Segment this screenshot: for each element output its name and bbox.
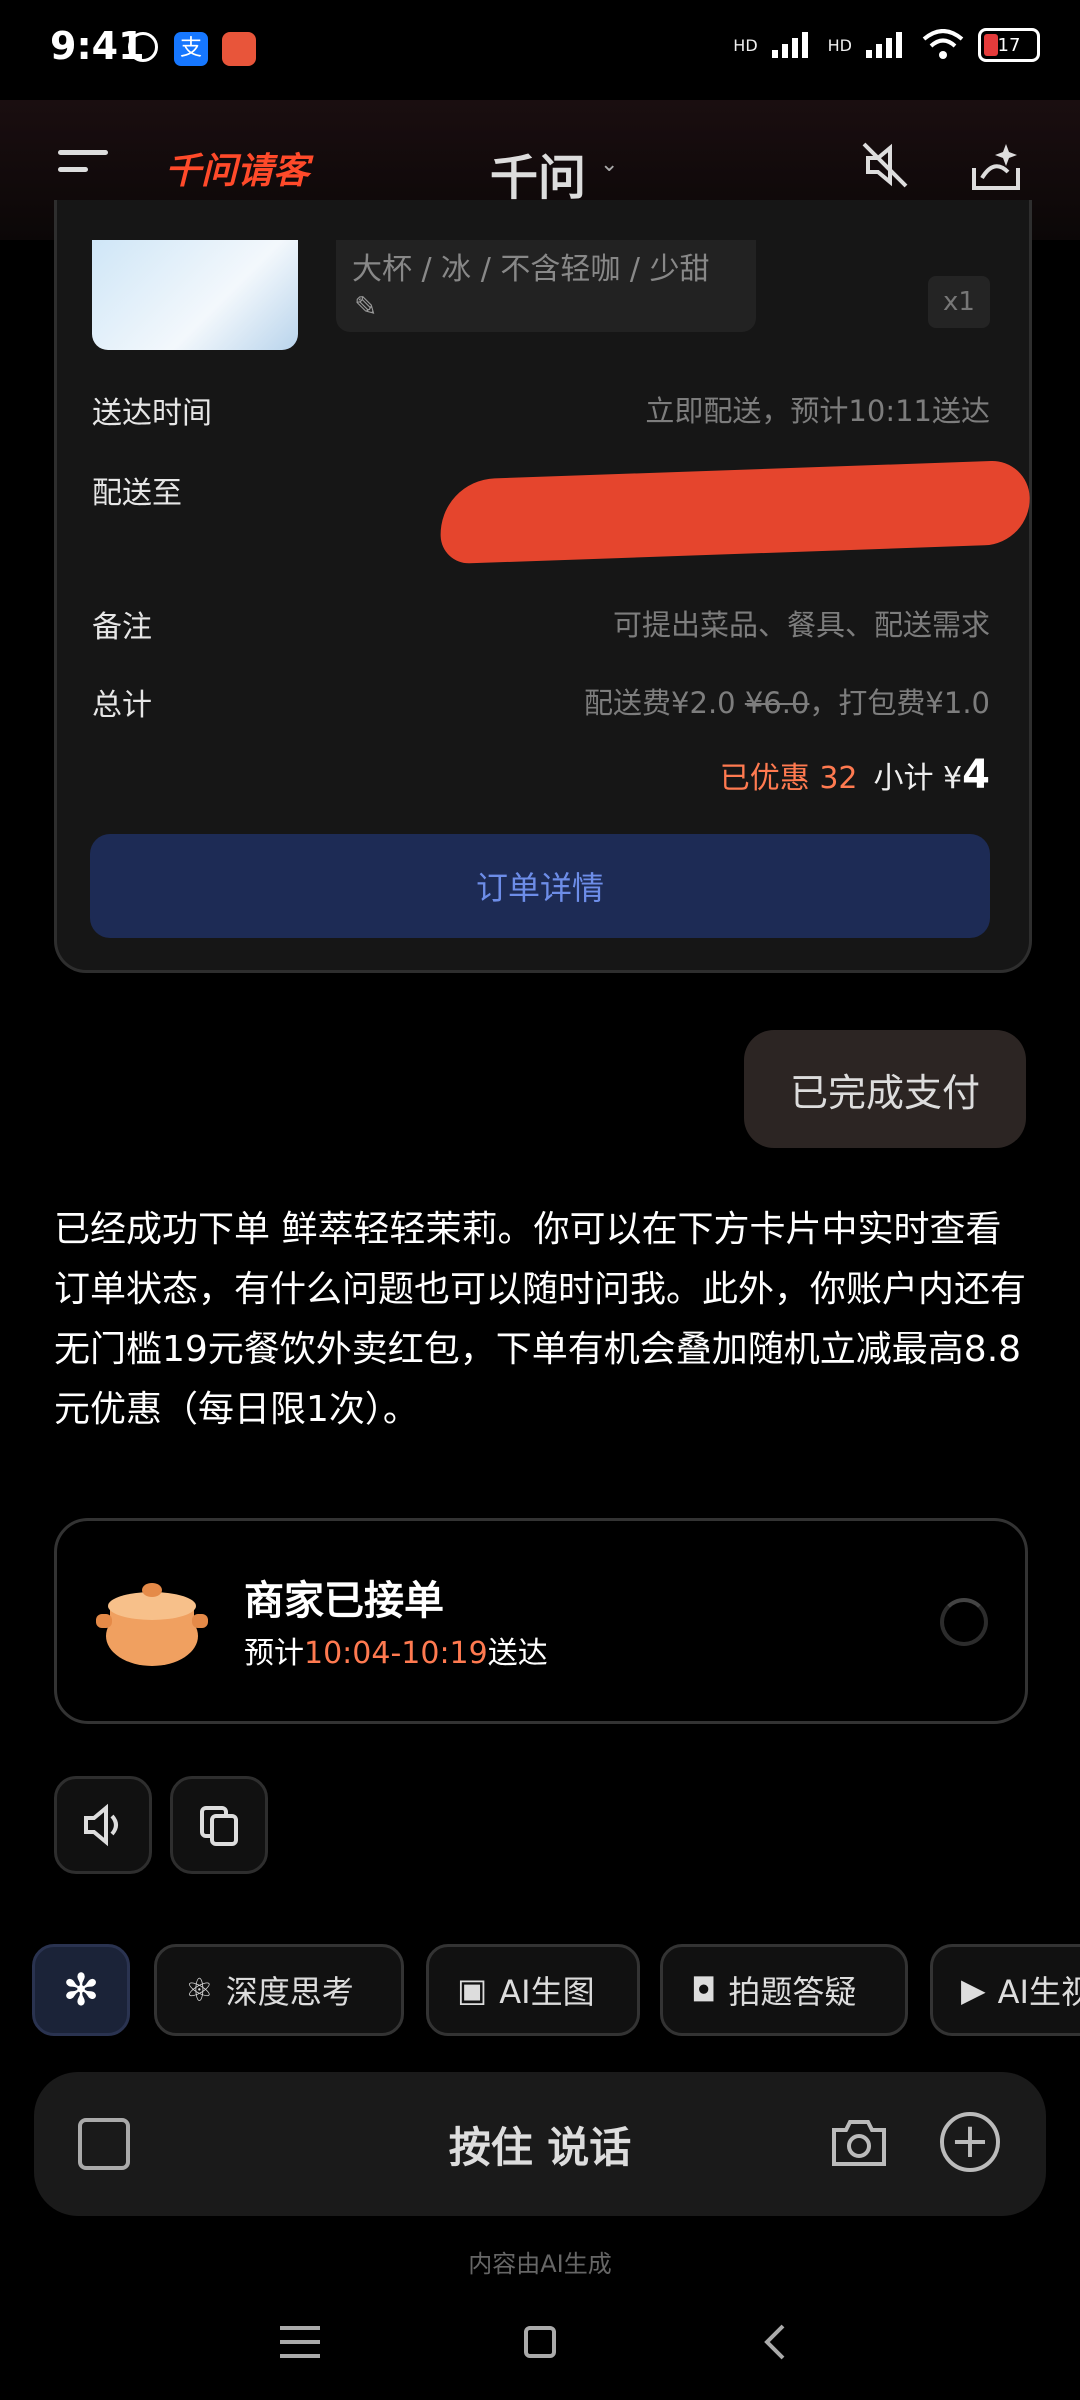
address-label: 配送至 — [92, 476, 182, 511]
status-eta: 预计10:04-10:19送达 — [244, 1628, 548, 1672]
discount-label: 已优惠 — [719, 761, 810, 796]
chip-label: AI生视 — [997, 1973, 1080, 2011]
fees-prefix: 配送费¥2.0 — [584, 686, 745, 720]
chip-ai-video[interactable]: ▶ AI生视 — [930, 1944, 1080, 2036]
fees-suffix: ，打包费¥1.0 — [809, 686, 990, 720]
speaker-button[interactable] — [54, 1776, 152, 1874]
chevron-down-icon[interactable]: ⌄ — [600, 152, 618, 177]
hold-to-talk-button[interactable]: 按住 说话 — [0, 2114, 1080, 2175]
eta-time: 10:04-10:19 — [304, 1636, 488, 1671]
brand-logo[interactable]: 千问请客 — [165, 142, 309, 194]
chip-photo-question[interactable]: ◘ 拍题答疑 — [660, 1944, 908, 2036]
wifi-icon — [922, 29, 964, 59]
quantity-badge: x1 — [928, 276, 990, 328]
copy-button[interactable] — [170, 1776, 268, 1874]
status-indicators: HD HD 17 — [733, 28, 1040, 62]
refresh-icon — [940, 1598, 988, 1646]
speaker-icon — [84, 1803, 118, 1847]
battery-level: 17 — [997, 34, 1021, 56]
savings-row: 已优惠 32 小计 ¥4 — [720, 752, 990, 798]
signal-2: HD — [827, 35, 852, 55]
product-thumbnail — [92, 240, 298, 350]
note-label: 备注 — [92, 610, 152, 645]
sparkle-icon: ✻ — [62, 1964, 100, 2016]
chip-label: 拍题答疑 — [728, 1973, 857, 2011]
subtotal-label: 小计 ¥ — [873, 761, 963, 796]
chip-ai-image[interactable]: ▣ AI生图 — [426, 1944, 640, 2036]
total-label: 总计 — [92, 688, 152, 723]
fees-original: ¥6.0 — [744, 686, 810, 720]
menu-lines-icon — [280, 2326, 320, 2358]
signal-bars-icon-2 — [866, 32, 902, 58]
discount-value: 32 — [819, 761, 858, 796]
product-spec: 大杯 / 冰 / 不含轻咖 / 少甜 — [352, 252, 710, 287]
sparkle-button[interactable]: ✻ — [32, 1944, 130, 2036]
camera-small-icon: ◘ — [691, 1971, 717, 2009]
chip-label: AI生图 — [499, 1973, 595, 2011]
delivery-time-value[interactable]: 立即配送，预计10:11送达 — [645, 388, 990, 430]
assistant-reply: 已经成功下单 鲜萃轻轻茉莉。你可以在下方卡片中实时查看订单状态，有什么问题也可以… — [54, 1209, 1027, 1430]
eta-suffix: 送达 — [487, 1636, 548, 1671]
atom-icon: ⚛ — [185, 1971, 214, 2009]
square-icon — [524, 2326, 556, 2358]
signal-1: HD — [733, 35, 758, 55]
alipay-icon: 支 — [174, 32, 208, 66]
back-chevron-icon — [764, 2324, 785, 2360]
camera-icon[interactable] — [830, 2118, 888, 2168]
total-fees: 配送费¥2.0 ¥6.0，打包费¥1.0 — [584, 680, 990, 722]
plus-icon[interactable]: + — [940, 2112, 1000, 2172]
signal-bars-icon — [771, 32, 808, 58]
chip-label: 深度思考 — [225, 1973, 354, 2011]
menu-icon[interactable] — [58, 150, 108, 190]
pot-icon — [96, 1583, 208, 1666]
nav-back-icon[interactable] — [744, 2312, 804, 2372]
nav-home-icon[interactable] — [510, 2312, 570, 2372]
subtotal-value: 4 — [962, 752, 990, 798]
copy-icon — [200, 1806, 238, 1846]
chip-deep-think[interactable]: ⚛ 深度思考 — [154, 1944, 404, 2036]
app-icon — [222, 32, 256, 66]
alarm-icon — [128, 32, 158, 62]
new-chat-icon[interactable] — [968, 138, 1024, 194]
order-details-button[interactable]: 订单详情 — [90, 834, 990, 938]
note-field[interactable]: 可提出菜品、餐具、配送需求 — [613, 602, 990, 644]
subtotal: 小计 ¥4 — [874, 752, 990, 798]
page-title[interactable]: 千问 — [490, 138, 586, 208]
delivery-time-label: 送达时间 — [92, 396, 212, 431]
video-icon: ▶ — [961, 1971, 986, 2009]
nav-menu-icon[interactable] — [270, 2312, 330, 2372]
mute-icon[interactable] — [860, 140, 910, 190]
battery-icon: 17 — [978, 28, 1040, 62]
image-icon: ▣ — [457, 1971, 488, 2009]
discount: 已优惠 32 — [720, 753, 858, 797]
eta-prefix: 预计 — [244, 1636, 304, 1671]
status-title: 商家已接单 — [244, 1578, 444, 1624]
ai-generated-note: 内容由AI生成 — [468, 2250, 612, 2278]
edit-icon[interactable]: ✎ — [354, 290, 377, 323]
user-message: 已完成支付 — [744, 1030, 1026, 1148]
